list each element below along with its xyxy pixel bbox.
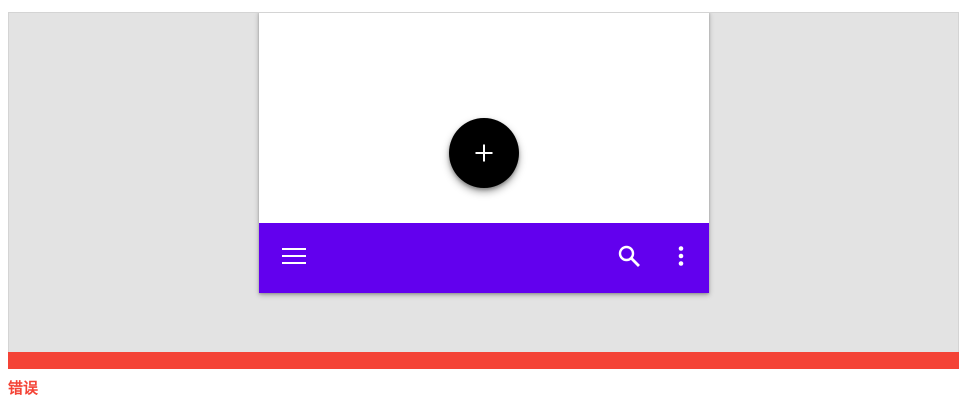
more-options-button[interactable]	[659, 223, 703, 293]
error-indicator-bar	[8, 352, 959, 369]
more-vert-icon	[669, 244, 693, 272]
menu-icon	[282, 244, 306, 272]
phone-frame	[259, 13, 709, 293]
floating-action-button[interactable]	[449, 118, 519, 188]
add-icon	[472, 141, 496, 165]
bottom-app-bar	[259, 223, 709, 293]
error-label: 错误	[8, 379, 39, 397]
menu-button[interactable]	[272, 223, 316, 293]
search-icon	[617, 244, 641, 272]
search-button[interactable]	[607, 223, 651, 293]
preview-canvas	[8, 12, 959, 352]
